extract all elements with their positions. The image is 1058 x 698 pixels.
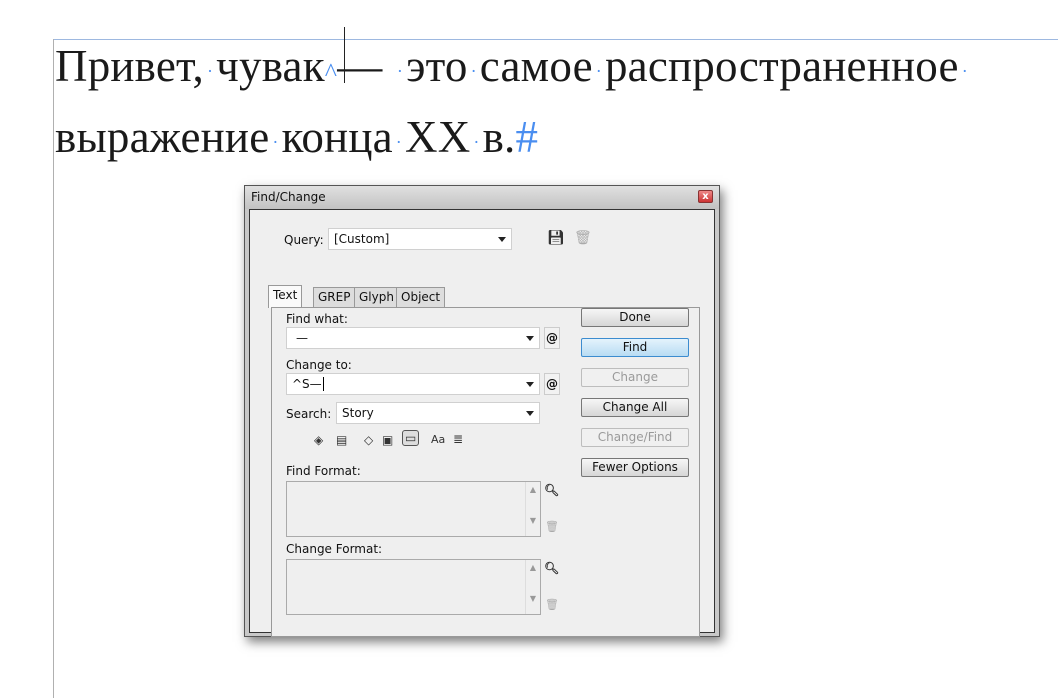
hair-space-marker: ^ <box>324 58 338 87</box>
dialog-titlebar[interactable]: Find/Change x <box>245 186 719 209</box>
end-of-story-marker: # <box>515 112 539 162</box>
scrollbar[interactable]: ▲ ▼ <box>525 560 540 614</box>
find-change-dialog: Find/Change x Query: [Custom] 💾︎ 🗑︎ Text… <box>244 185 720 637</box>
tab-text[interactable]: Text <box>268 285 303 308</box>
clear-find-format-trash-icon[interactable]: 🗑︎ <box>545 520 559 533</box>
space-marker: · <box>395 131 402 152</box>
search-label: Search: <box>286 407 332 421</box>
fewer-options-button[interactable]: Fewer Options <box>581 458 689 477</box>
chevron-down-icon <box>526 336 534 341</box>
search-scope-select[interactable]: Story <box>336 402 540 424</box>
chevron-down-icon <box>498 237 506 242</box>
word: это <box>406 41 468 91</box>
word: распространенное <box>604 41 959 91</box>
input-caret <box>322 377 324 391</box>
include-hidden-layers-icon[interactable]: ◇ <box>364 433 373 447</box>
word: Привет, <box>55 41 204 91</box>
find-what-value: — <box>296 331 308 345</box>
include-master-pages-icon[interactable]: ▣ <box>382 433 393 447</box>
tab-label: GREP <box>318 290 351 304</box>
change-format-label: Change Format: <box>286 542 383 556</box>
find-format-label: Find Format: <box>286 464 361 478</box>
include-footnotes-icon[interactable]: ▭ <box>402 430 420 446</box>
word: самое <box>479 41 593 91</box>
chevron-down-icon <box>526 382 534 387</box>
space-marker: · <box>961 60 968 81</box>
space-marker: · <box>272 131 279 152</box>
tab-glyph[interactable]: Glyph <box>354 287 399 307</box>
tab-grep[interactable]: GREP <box>313 287 356 307</box>
space-marker: · <box>396 60 404 81</box>
find-what-input[interactable]: — <box>286 327 540 349</box>
case-sensitive-icon[interactable]: Aa <box>431 433 445 446</box>
text-cursor <box>344 27 345 83</box>
word: в. <box>482 112 516 162</box>
specify-change-format-icon[interactable]: 🔍︎ <box>544 561 559 575</box>
query-value: [Custom] <box>334 232 390 246</box>
text-line-2: выражение ·конца ·XX ·в.# <box>55 105 971 174</box>
special-characters-change-button[interactable]: @ <box>544 373 560 395</box>
word: конца <box>281 112 393 162</box>
query-select[interactable]: [Custom] <box>328 228 512 250</box>
space-marker: · <box>595 60 602 81</box>
change-find-button[interactable]: Change/Find <box>581 428 689 447</box>
text-tab-panel: Find what: — @ Change to: ^S— @ Search: … <box>271 307 700 637</box>
clear-change-format-trash-icon[interactable]: 🗑︎ <box>545 598 559 611</box>
document-text[interactable]: Привет, ·чувак^— ·это ·самое ·распространен… <box>55 34 971 174</box>
done-button[interactable]: Done <box>581 308 689 327</box>
change-all-button[interactable]: Change All <box>581 398 689 417</box>
change-to-label: Change to: <box>286 358 352 372</box>
dialog-body: Query: [Custom] 💾︎ 🗑︎ Text GREP Glyph Ob… <box>249 209 715 637</box>
word: XX <box>405 112 471 162</box>
tab-label: Glyph <box>359 290 394 304</box>
find-button[interactable]: Find <box>581 338 689 357</box>
word: чувак <box>216 41 325 91</box>
special-characters-find-button[interactable]: @ <box>544 327 560 349</box>
chevron-down-icon <box>526 411 534 416</box>
find-format-box[interactable]: ▲ ▼ <box>286 481 541 537</box>
save-query-icon[interactable]: 💾︎ <box>547 230 565 246</box>
word: — <box>337 41 394 91</box>
change-button[interactable]: Change <box>581 368 689 387</box>
space-marker: · <box>473 131 480 152</box>
text-frame-left-edge <box>53 39 54 698</box>
word: выражение <box>55 112 270 162</box>
query-label: Query: <box>284 233 324 247</box>
search-scope-value: Story <box>342 406 374 420</box>
dialog-title: Find/Change <box>251 190 326 204</box>
space-marker: · <box>470 60 477 81</box>
scrollbar[interactable]: ▲ ▼ <box>525 482 540 536</box>
find-what-label: Find what: <box>286 312 348 326</box>
change-to-value: ^S— <box>292 377 322 391</box>
change-to-input[interactable]: ^S— <box>286 373 540 395</box>
text-line-1: Привет, ·чувак^— ·это ·самое ·распространен… <box>55 34 971 105</box>
specify-find-format-icon[interactable]: 🔍︎ <box>544 483 559 497</box>
tab-label: Object <box>401 290 441 304</box>
trash-icon[interactable]: 🗑︎ <box>574 230 592 246</box>
include-locked-layers-icon[interactable]: ◈ <box>314 433 323 447</box>
tab-label: Text <box>273 288 298 302</box>
change-format-box[interactable]: ▲ ▼ <box>286 559 541 615</box>
close-button[interactable]: x <box>698 190 713 203</box>
include-locked-stories-icon[interactable]: ▤ <box>336 433 347 447</box>
space-marker: · <box>206 60 214 81</box>
whole-word-icon[interactable]: ≣ <box>453 432 463 446</box>
tab-object[interactable]: Object <box>396 287 446 307</box>
